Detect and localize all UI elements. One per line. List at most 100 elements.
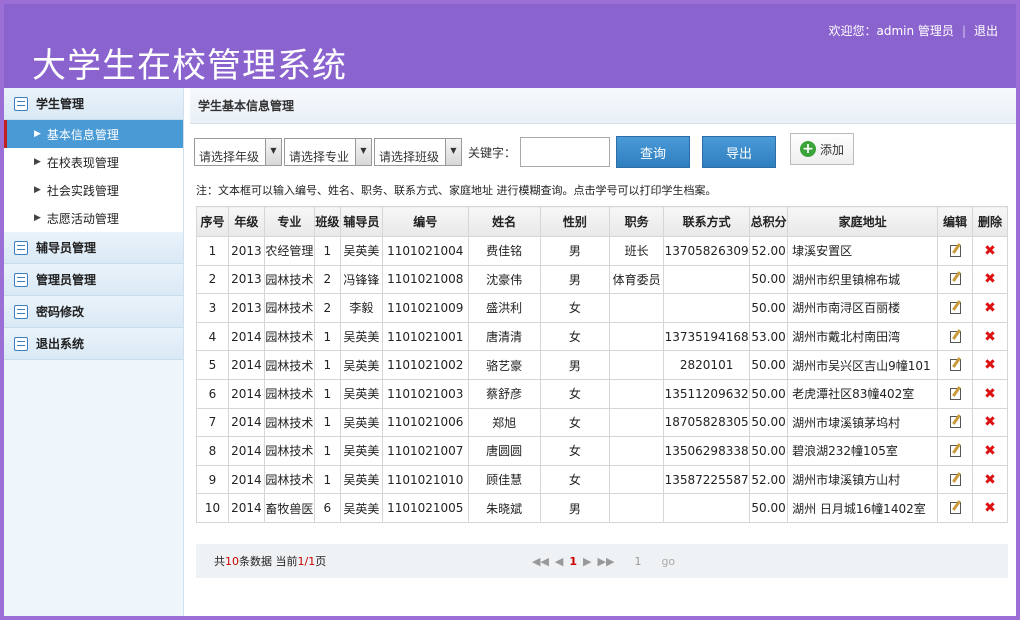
sidebar-group-password[interactable]: 密码修改	[4, 296, 183, 328]
edit-icon[interactable]	[949, 414, 962, 429]
table-cell: 吴英美	[339, 350, 383, 380]
column-header: 性别	[539, 206, 611, 237]
table-cell[interactable]: 1101021003	[381, 378, 469, 409]
table-cell[interactable]: 1101021004	[381, 236, 469, 266]
sidebar-item-social-practice[interactable]: ▶ 社会实践管理	[4, 176, 183, 204]
delete-icon[interactable]: ✖	[984, 500, 996, 516]
sidebar-item-performance[interactable]: ▶ 在校表现管理	[4, 148, 183, 176]
edit-icon[interactable]	[949, 500, 962, 515]
edit-icon[interactable]	[949, 243, 962, 257]
sidebar-group-student[interactable]: 学生管理	[4, 88, 183, 120]
table-cell: 唐圆圆	[467, 436, 541, 466]
sidebar-item-volunteer[interactable]: ▶ 志愿活动管理	[4, 204, 183, 232]
table-row: 9 2014 园林技术 1 吴英美 1101021010 顾佳慧女 13587225587 52…	[196, 464, 1009, 495]
table-cell[interactable]: 1101021005	[381, 493, 469, 523]
chevron-down-icon[interactable]: ▼	[355, 139, 371, 165]
sidebar-group-label: 退出系统	[36, 337, 85, 351]
edit-icon[interactable]	[949, 357, 962, 372]
table-cell[interactable]: 1101021002	[381, 350, 469, 380]
pager-prefix: 共	[214, 555, 225, 568]
class-select[interactable]: 请选择班级 ▼	[374, 138, 462, 166]
table-cell: 50.00	[749, 350, 789, 380]
edit-icon[interactable]	[949, 443, 962, 457]
sidebar-group-exit[interactable]: 退出系统	[4, 328, 183, 360]
delete-icon[interactable]: ✖	[984, 443, 996, 459]
table-cell: 2014	[227, 407, 265, 438]
first-page-icon[interactable]: ◀◀	[532, 555, 549, 568]
table-cell[interactable]: 1101021009	[381, 293, 469, 323]
last-page-icon[interactable]: ▶▶	[598, 555, 615, 568]
prev-page-icon[interactable]: ◀	[555, 555, 563, 568]
edit-icon[interactable]	[949, 271, 962, 286]
edit-cell	[937, 236, 973, 266]
logout-link[interactable]: 退出	[974, 22, 998, 39]
table-cell: 湖州市南浔区百丽楼	[787, 293, 939, 323]
delete-icon[interactable]: ✖	[984, 271, 996, 287]
delete-icon[interactable]: ✖	[984, 357, 996, 373]
current-page-number[interactable]: 1	[569, 555, 577, 568]
table-cell: 男	[539, 350, 611, 380]
edit-icon[interactable]	[949, 472, 962, 486]
table-cell[interactable]: 1101021006	[381, 407, 469, 438]
delete-cell: ✖	[971, 493, 1009, 523]
table-cell: 女	[539, 378, 611, 409]
table-cell: 10	[196, 493, 229, 523]
next-page-icon[interactable]: ▶	[583, 555, 591, 568]
table-cell: 1	[313, 321, 341, 352]
sidebar-group-admin[interactable]: 管理员管理	[4, 264, 183, 296]
sidebar-group-counselor[interactable]: 辅导员管理	[4, 232, 183, 264]
keyword-input[interactable]	[520, 137, 611, 167]
table-cell: 2	[313, 293, 341, 323]
welcome-text: 欢迎您：admin 管理员	[828, 24, 954, 38]
page-jump-input[interactable]: 1	[634, 555, 641, 568]
list-icon	[14, 240, 28, 255]
table-cell: 1	[313, 236, 341, 266]
edit-icon[interactable]	[949, 300, 962, 314]
edit-cell	[937, 436, 973, 466]
add-button[interactable]: + 添加	[790, 133, 855, 165]
delete-icon[interactable]: ✖	[984, 329, 996, 345]
table-cell: 园林技术	[263, 350, 315, 380]
sidebar-item-basic-info[interactable]: ▶ 基本信息管理	[4, 120, 183, 148]
table-cell: 吴英美	[339, 378, 383, 409]
edit-icon[interactable]	[949, 329, 962, 343]
delete-cell: ✖	[971, 378, 1009, 409]
table-row: 2 2013 园林技术 2 冯锋锋 1101021008 沈豪伟男体育委员 50.00 湖州市织…	[196, 264, 1009, 295]
table-cell: 18705828305	[663, 407, 751, 438]
student-table-wrap: 序号 年级 专业 班级 辅导员 编号 姓名 性别 职务 联系方式 总积分 家庭地…	[196, 206, 1009, 523]
table-cell	[609, 293, 665, 323]
export-button[interactable]: 导出	[702, 136, 777, 168]
year-select[interactable]: 请选择年级 ▼	[194, 138, 282, 166]
chevron-down-icon[interactable]: ▼	[265, 139, 281, 165]
delete-icon[interactable]: ✖	[984, 300, 996, 316]
table-cell[interactable]: 1101021007	[381, 436, 469, 466]
table-cell: 体育委员	[609, 264, 665, 295]
delete-icon[interactable]: ✖	[984, 414, 996, 430]
sidebar: 学生管理 ▶ 基本信息管理 ▶ 在校表现管理 ▶ 社会实践管理 ▶ 志愿活动管理…	[4, 88, 184, 616]
pager-total: 10	[225, 555, 239, 568]
table-cell: 男	[539, 236, 611, 266]
edit-icon[interactable]	[949, 386, 962, 400]
major-select[interactable]: 请选择专业 ▼	[284, 138, 372, 166]
pager-info: 共10条数据 当前1/1页	[214, 553, 326, 569]
table-cell[interactable]: 1101021010	[381, 464, 469, 495]
delete-icon[interactable]: ✖	[984, 472, 996, 488]
column-header: 编号	[381, 206, 469, 237]
sidebar-group-label: 学生管理	[36, 97, 85, 111]
query-button[interactable]: 查询	[616, 136, 691, 168]
go-button[interactable]: go	[661, 555, 675, 568]
column-header: 职务	[609, 206, 665, 237]
table-cell[interactable]: 1101021008	[381, 264, 469, 295]
table-cell: 女	[539, 436, 611, 466]
delete-icon[interactable]: ✖	[984, 243, 996, 259]
chevron-down-icon[interactable]: ▼	[445, 139, 461, 165]
table-cell: 男	[539, 264, 611, 295]
table-cell[interactable]: 1101021001	[381, 321, 469, 352]
table-cell: 50.00	[749, 407, 789, 438]
delete-icon[interactable]: ✖	[984, 386, 996, 402]
sidebar-group-label: 辅导员管理	[36, 241, 97, 255]
header: 大学生在校管理系统 欢迎您：admin 管理员 | 退出	[4, 4, 1016, 88]
column-header: 姓名	[467, 206, 541, 237]
table-cell: 1	[313, 464, 341, 495]
table-cell: 吴英美	[339, 436, 383, 466]
